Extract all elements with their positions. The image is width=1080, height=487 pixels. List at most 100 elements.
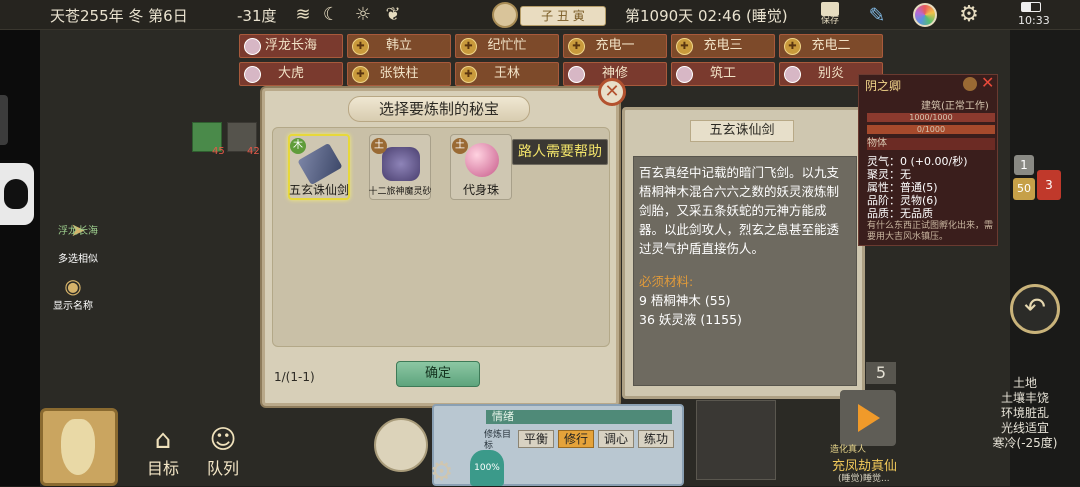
description-body: 百玄真经中记载的暗门飞剑。以九支梧桐神木混合六六之数的妖灵液炼制剑胎，又采五条妖… [633,156,857,386]
cultivator-icon: ✚ [676,38,693,55]
object-name: 阴之卿 [865,79,902,93]
speed-indicator[interactable]: 5 [866,362,896,384]
season-badge[interactable]: 子 丑 寅 [520,6,606,26]
multi-select-label: 多选相似 [58,254,98,265]
treasure-name-2: 代身珠 [462,183,499,197]
mode-cultivate[interactable]: 修行 [558,430,594,448]
target-button[interactable]: ⌂ 目标 [138,425,188,483]
save-button[interactable]: 保存 [815,2,845,28]
tab-3[interactable]: ✚ 充电一 [563,34,667,58]
battery-icon [1021,2,1041,12]
orb-icon [465,143,499,177]
day-time: 第1090天 02:46 (睡觉) [625,7,788,25]
info-note: 有什么东西正试图孵化出来，需要用大吉风水镇压。 [867,221,994,242]
avatar-icon [244,66,261,83]
undo-button[interactable]: ↶ [1010,284,1060,334]
game-date: 天苍255年 冬 第6日 [50,7,188,25]
help-button[interactable]: 路人需要帮助 [512,139,608,165]
close-button[interactable]: ✕ [598,78,626,106]
confirm-button[interactable]: 确定 [396,361,480,387]
mode-balance[interactable]: 平衡 [518,430,554,448]
target-label: 目标 [146,459,179,478]
object-info-panel: 阴之卿 ✕ 建筑(正常工作) 1000/1000 0/1000 物体 灵气：0 … [858,73,998,246]
element-icon [963,77,977,91]
avatar-icon [244,38,261,55]
description-title: 五玄诛仙剑 [690,120,794,142]
terrain-soil: 土壤丰饶 [1000,391,1049,405]
notify-badge-3[interactable]: 3 [1037,170,1061,200]
element-badge-2: 土 [452,138,468,154]
queue-button[interactable]: ☺ 队列 [198,425,248,483]
cloud-heart-icon: ❦ [385,4,401,25]
info-close-icon[interactable]: ✕ [981,73,994,92]
object-subtitle: 建筑(正常工作) [921,101,989,112]
queue-icon: ☺ [209,425,237,455]
moon-icon: ☾ [322,4,340,25]
mode-training[interactable]: 练功 [638,430,674,448]
element-badge-0: 木 [290,138,306,154]
tab-4[interactable]: ✚ 充电三 [671,34,775,58]
side-handle[interactable] [0,95,8,145]
dialog-title: 选择要炼制的秘宝 [348,96,530,122]
gear-icon[interactable]: ⚙ [958,4,980,26]
tab-2[interactable]: ✚ 纪忙忙 [455,34,559,58]
section-header: 物体 [867,138,995,150]
cultivator-icon: ✚ [460,38,477,55]
sun-icon: ☼ [354,4,372,25]
treasure-name-0: 五玄诛仙剑 [288,183,349,197]
avatar-icon [568,66,585,83]
cauldron-icon [382,147,420,181]
cultivator-icon: ✚ [352,66,369,83]
gourd-icon[interactable] [40,408,118,486]
tab-5[interactable]: ✚ 充电二 [779,34,883,58]
element-badge-1: 土 [371,138,387,154]
cultivator-icon: ✚ [784,38,801,55]
tab-8[interactable]: ✚ 王林 [455,62,559,86]
feather-icon[interactable]: ✎ [866,4,888,26]
page-indicator: 1/(1-1) [274,370,315,384]
palette-icon[interactable] [913,3,937,27]
top-bar: 天苍255年 冬 第6日 -31度 ≋ ☾ ☼ ❦ 子 丑 寅 第1090天 0… [0,0,1080,30]
zodiac-wheel-icon[interactable] [492,2,518,28]
mode-mind[interactable]: 调心 [598,430,634,448]
wind-icon: ≋ [295,4,311,25]
cultivator-icon: ✚ [352,38,369,55]
action-top: 造化真人 [830,445,867,455]
terrain-env: 环境脏乱 [1000,406,1049,420]
skill-grid[interactable] [696,400,776,480]
floppy-icon [821,2,839,16]
avatar-icon [784,66,801,83]
terrain-info: 土地 土壤丰饶 环境脏乱 光线适宜 寒冷(-25度) [975,376,1075,451]
qq-icon[interactable] [0,163,34,225]
save-label: 保存 [820,16,839,26]
cultivator-icon: ✚ [460,66,477,83]
tab-6[interactable]: 大虎 [239,62,343,86]
play-button[interactable] [840,390,896,446]
temperature: -31度 [237,7,277,25]
material-1: 36 妖灵液 (1155) [639,312,742,327]
material-0: 9 梧桐神木 (55) [639,293,731,308]
multi-select-target: 浮龙长海 [58,226,98,237]
show-names-button[interactable]: ◉ 显示名称 [48,275,98,317]
treasure-name-1: 十二旅神魔灵砂 [368,187,432,197]
play-icon [858,404,880,432]
info-row-4: 品质：无品质 [867,207,933,220]
tab-7[interactable]: ✚ 张铁柱 [347,62,451,86]
tab-1[interactable]: ✚ 韩立 [347,34,451,58]
system-clock: 10:33 [1018,14,1050,27]
terrain-temp: 寒冷(-25度) [992,436,1058,450]
meditate-button[interactable] [374,418,428,472]
action-sub: (睡觉)睡觉... [838,474,890,484]
cultivator-icon: ✚ [568,38,585,55]
progress-bar: 0/1000 [867,125,995,134]
multi-select-button[interactable]: ➤ 浮龙长海 多选相似 [48,222,108,266]
notify-badge-1[interactable]: 1 [1014,155,1034,175]
target-icon: ⌂ [154,425,172,455]
tab-10[interactable]: 筑工 [671,62,775,86]
tab-0[interactable]: 浮龙长海 [239,34,343,58]
sword-count: 42 [247,146,260,157]
notify-badge-2[interactable]: 50 [1013,178,1035,200]
settings-wheel-icon[interactable]: ⚙ [430,458,464,486]
vase-icon[interactable]: 100% [470,450,504,486]
health-bar: 1000/1000 [867,113,995,122]
